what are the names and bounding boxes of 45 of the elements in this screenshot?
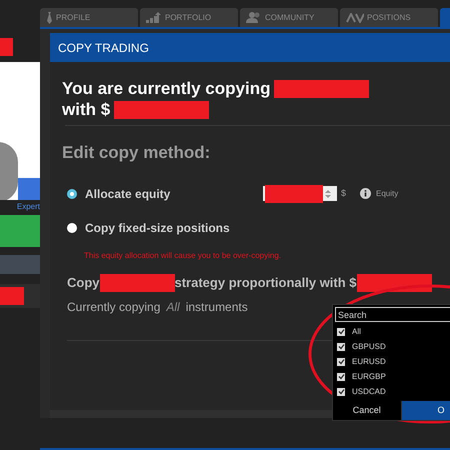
instrument-option[interactable]: EURGBP	[352, 370, 386, 382]
tie-icon	[46, 12, 53, 24]
radio-button[interactable]	[67, 222, 77, 232]
info-icon	[360, 188, 372, 199]
redaction-bar	[265, 184, 323, 202]
search-field[interactable]: Search	[335, 307, 450, 322]
equity-label: Equity	[376, 188, 398, 200]
instrument-option[interactable]: USDCAD	[352, 386, 386, 398]
currency-label: $	[341, 186, 346, 200]
instrument-option[interactable]: All	[352, 326, 361, 338]
checkbox[interactable]	[337, 388, 345, 396]
check-icon	[338, 343, 344, 350]
instruments-text: Currently copying	[67, 298, 160, 316]
bar-chart-icon	[146, 12, 162, 23]
confirm-button[interactable]: O	[402, 401, 450, 420]
checkbox[interactable]	[337, 358, 345, 366]
people-icon	[246, 12, 262, 23]
instruments-text: instruments	[186, 298, 248, 316]
panel-title: COPY TRADING	[50, 33, 450, 62]
checkbox[interactable]	[337, 328, 345, 336]
redaction-bar	[0, 287, 24, 305]
instruments-value: All	[166, 298, 180, 316]
checkbox[interactable]	[337, 372, 345, 380]
heading-text: Copy	[67, 274, 100, 292]
instrument-option[interactable]: EURUSD	[352, 356, 386, 368]
option-label: Copy fixed-size positions	[85, 220, 231, 236]
heading-text: You are currently copying	[62, 78, 270, 100]
check-icon	[338, 328, 344, 335]
amount-field[interactable]	[263, 186, 337, 201]
redaction-bar	[0, 38, 13, 56]
radio-button[interactable]	[67, 188, 77, 198]
check-icon	[338, 358, 344, 365]
instrument-option[interactable]: GBPUSD	[352, 340, 386, 352]
check-icon	[338, 388, 344, 395]
heading-text: with $	[62, 98, 110, 121]
heading-text: strategy proportionally with $	[174, 274, 357, 292]
option-label: Allocate equity	[85, 186, 172, 202]
wave-icon	[346, 12, 364, 22]
checkbox[interactable]	[337, 342, 345, 350]
badge-corner	[18, 178, 40, 200]
section-title: Edit copy method:	[62, 142, 212, 164]
spinner-icon	[325, 188, 331, 198]
warning-text: This equity allocation will cause you to be over-copying.	[84, 250, 282, 262]
check-icon	[338, 373, 344, 380]
expert-label: Expert	[16, 201, 40, 213]
